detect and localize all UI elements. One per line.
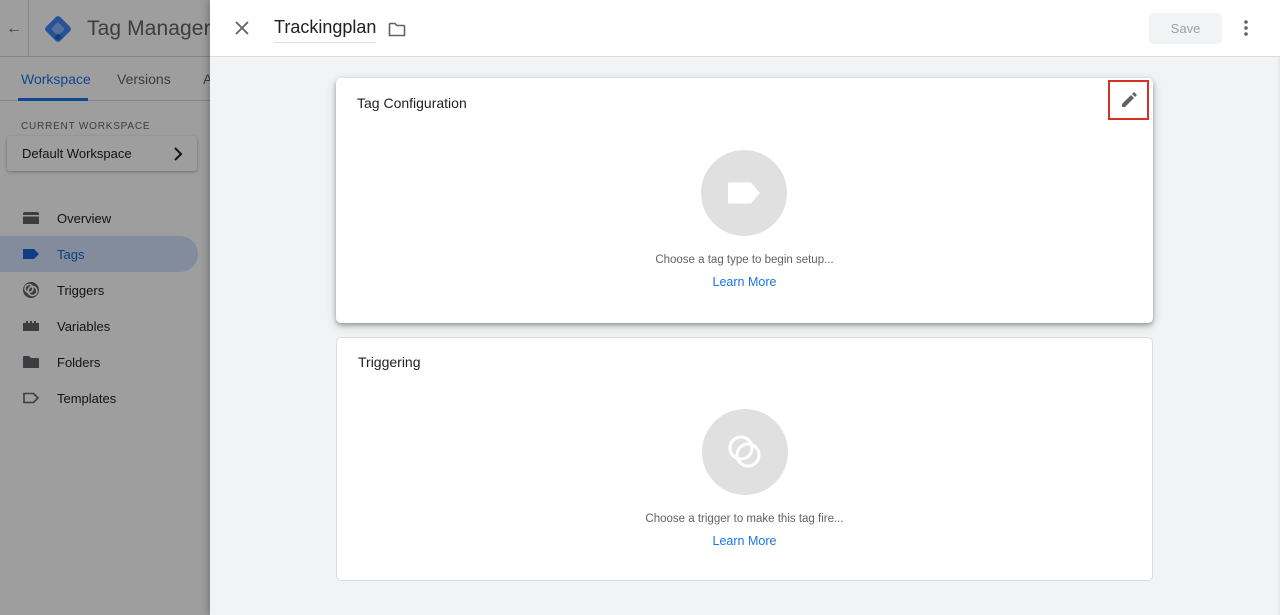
edit-tag-configuration-button[interactable] <box>1108 80 1149 120</box>
folder-outline-icon <box>388 22 406 36</box>
more-vert-icon <box>1244 20 1248 36</box>
tag-icon <box>728 182 760 204</box>
folder-button[interactable] <box>387 19 407 39</box>
tag-configuration-card[interactable]: Tag Configuration Choose a tag type to b… <box>336 78 1153 323</box>
card-title: Triggering <box>358 354 421 370</box>
trigger-icon <box>728 435 761 468</box>
save-button[interactable]: Save <box>1149 13 1222 44</box>
trigger-hint: Choose a trigger to make this tag fire..… <box>645 513 844 525</box>
tag-type-hint: Choose a tag type to begin setup... <box>655 254 834 266</box>
tag-name-input[interactable]: Trackingplan <box>274 17 377 43</box>
tag-type-placeholder[interactable] <box>701 150 787 236</box>
pencil-icon <box>1121 92 1137 107</box>
trigger-placeholder[interactable] <box>702 409 788 495</box>
more-options-button[interactable] <box>1236 16 1256 40</box>
close-icon <box>235 21 249 35</box>
learn-more-link[interactable]: Learn More <box>713 275 777 289</box>
tag-editor-sheet: Trackingplan Save Tag Configuration Choo… <box>210 0 1280 615</box>
triggering-card[interactable]: Triggering Choose a trigger to make this… <box>336 337 1153 581</box>
sheet-header: Trackingplan Save <box>210 0 1280 57</box>
learn-more-link[interactable]: Learn More <box>713 534 777 548</box>
close-button[interactable] <box>230 16 254 40</box>
card-title: Tag Configuration <box>357 95 467 111</box>
